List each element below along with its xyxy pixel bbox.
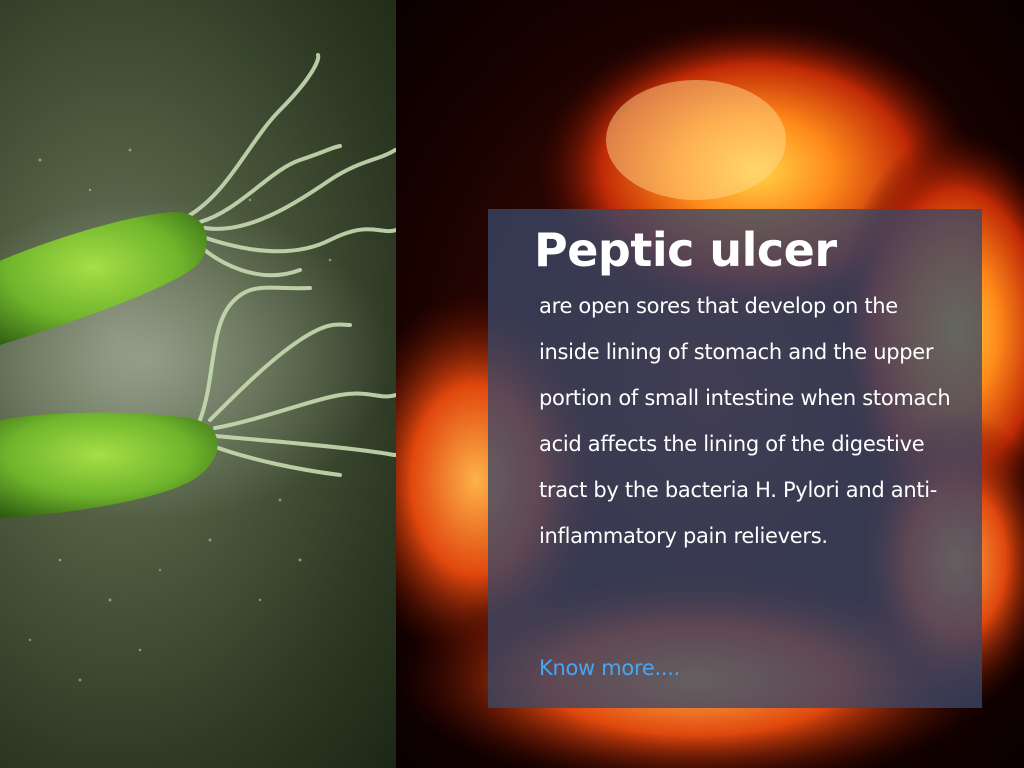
bacteria-illustration bbox=[0, 0, 396, 768]
bacteria-graphic bbox=[0, 53, 396, 682]
card-title: Peptic ulcer bbox=[534, 223, 837, 277]
know-more-link[interactable]: Know more.... bbox=[539, 645, 680, 691]
card-description: are open sores that develop on the insid… bbox=[539, 294, 951, 548]
info-card: Peptic ulcer are open sores that develop… bbox=[488, 209, 982, 708]
